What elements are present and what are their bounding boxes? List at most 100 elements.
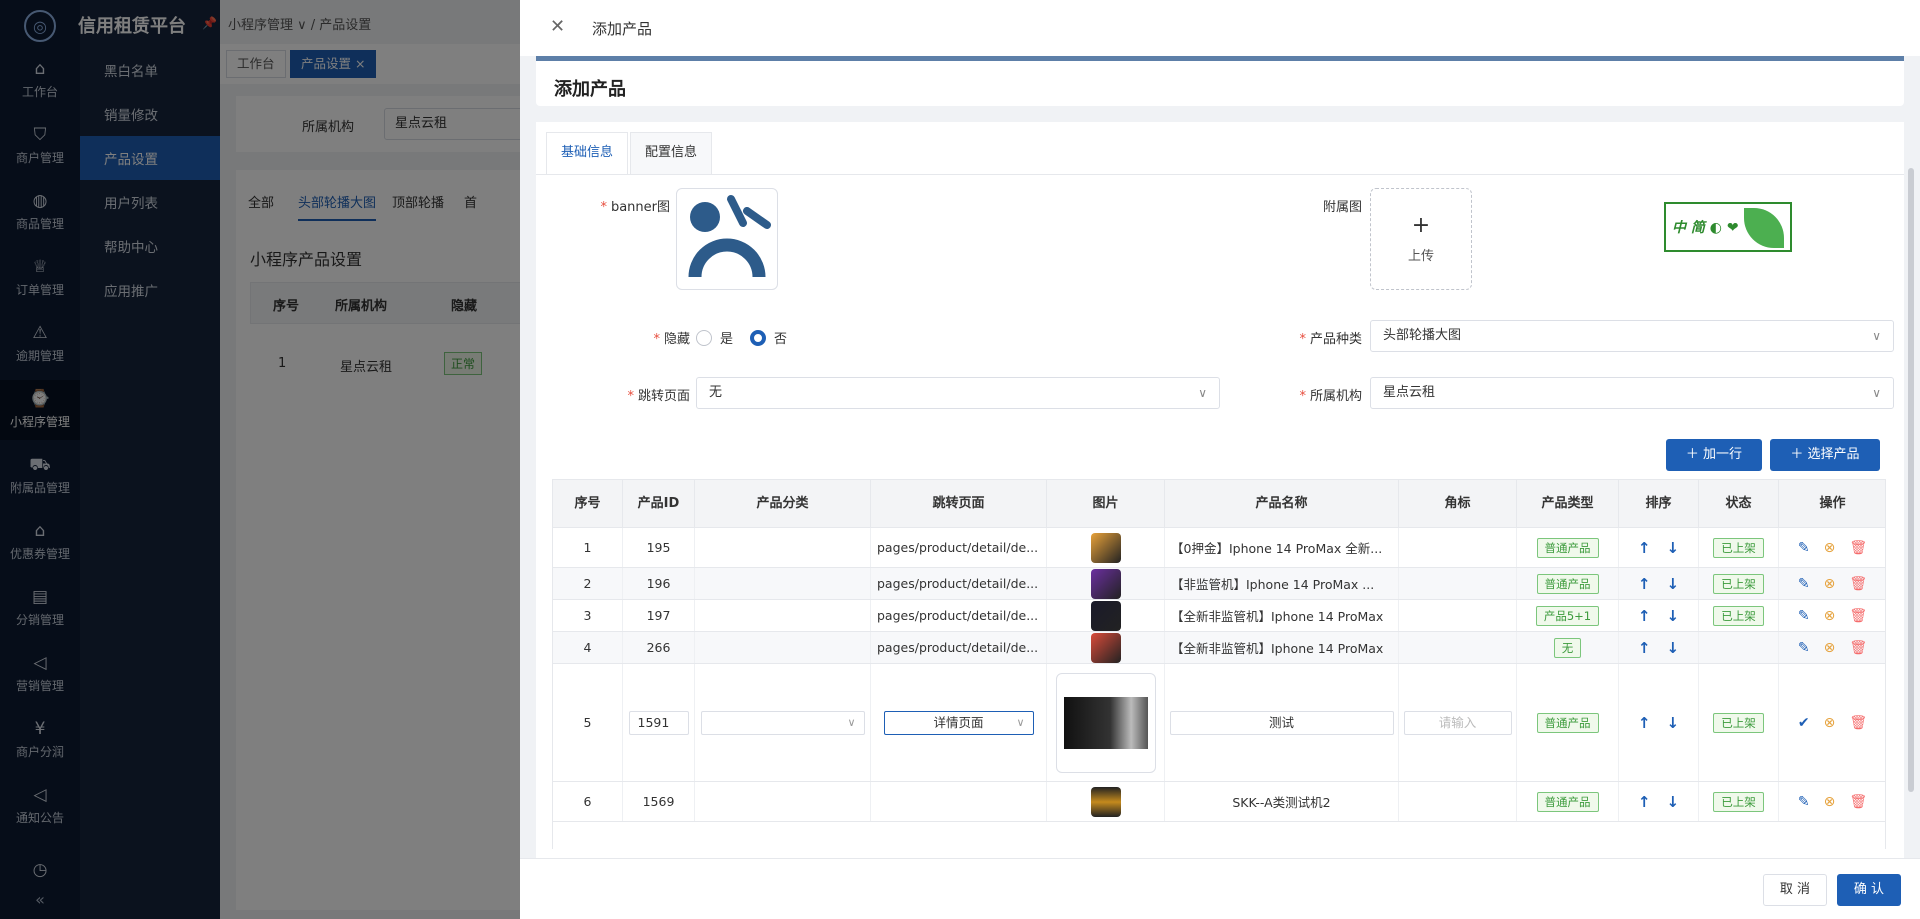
col-header-7: 产品类型 [1517,480,1619,528]
confirm-button[interactable]: 确 认 [1837,874,1901,906]
category-select[interactable]: ∨ [700,710,865,735]
cancel-icon[interactable]: ⊗ [1824,640,1836,656]
product-id-input[interactable]: 1591 [628,710,689,735]
app-root: ◎ ⌂工作台⛉商户管理◍商品管理♕订单管理⚠逾期管理⌚小程序管理⛟附属品管理⌂优… [0,0,1920,919]
delete-icon[interactable]: 🗑 [1849,715,1867,731]
chevron-down-icon: ∨ [1016,715,1025,729]
edit-icon[interactable]: ✎ [1798,576,1810,592]
delete-icon[interactable]: 🗑 [1849,794,1867,810]
drawer-footer: 取 消 确 认 [520,858,1920,919]
table-cell: 196 [623,568,695,599]
arrow-up-icon[interactable]: ↑ [1638,539,1651,557]
select-product-button[interactable]: ＋ 选择产品 [1770,439,1880,471]
table-cell: 已上架 [1699,528,1779,567]
row-jump-page: pages/product/detail/de... [877,640,1039,655]
table-row: 3 197 pages/product/detail/de... 【全新非监管机】Ip… [553,600,1885,632]
arrow-up-icon[interactable]: ↑ [1638,714,1651,732]
edit-icon[interactable]: ✎ [1798,608,1810,624]
arrow-down-icon[interactable]: ↓ [1667,793,1680,811]
table-cell: 普通产品 [1517,528,1619,567]
upload-text: 上传 [1407,248,1434,264]
chevron-down-icon: ∨ [1872,329,1881,343]
product-name-input[interactable]: 测试 [1169,710,1394,735]
org-select[interactable]: 星点云租 ∨ [1370,377,1894,409]
edit-icon[interactable]: ✎ [1798,640,1810,656]
cancel-icon[interactable]: ⊗ [1824,715,1836,731]
table-cell: ↑ ↓ [1619,600,1699,631]
jump-page-select[interactable]: 详情页面 ∨ [883,710,1034,735]
jump-page-select[interactable]: 无 ∨ [696,377,1220,409]
edit-icon[interactable]: ✎ [1798,540,1810,556]
col-header-9: 状态 [1699,480,1779,528]
table-cell: 2 [553,568,623,599]
table-cell [695,600,871,631]
chevron-down-icon: ∨ [1872,386,1881,400]
kind-label: * 产品种类 [1299,332,1362,347]
tab-basic-info[interactable]: 基础信息 [546,132,629,174]
drawer-scrollbar[interactable] [1908,168,1914,792]
arrow-up-icon[interactable]: ↑ [1638,639,1651,657]
edit-icon[interactable]: ✎ [1798,794,1810,810]
drawer-header: ✕ 添加产品 [520,0,1920,56]
table-cell: 1569 [623,782,695,821]
cancel-icon[interactable]: ⊗ [1824,576,1836,592]
delete-icon[interactable]: 🗑 [1849,540,1867,556]
product-table: 序号 产品ID 产品分类 跳转页面 图片 产品名称 角标 产品类型 排序 状态 操作 1 195 pag… [552,479,1886,849]
close-icon[interactable]: ✕ [550,16,565,37]
product-thumbnail [1090,632,1121,663]
table-cell: 【0押金】Iphone 14 ProMax 全新... [1165,528,1399,567]
row-jump-page: pages/product/detail/de... [877,540,1039,555]
col-header-6: 角标 [1399,480,1517,528]
arrow-up-icon[interactable]: ↑ [1638,575,1651,593]
table-cell: 普通产品 [1517,782,1619,821]
row-product-name: SKK--A类测试机2 [1232,795,1331,810]
row-no: 4 [583,640,592,655]
table-row-editing: 5 1591 ∨ 详情页面 ∨ 测试 请输入 普通产品 ↑ ↓ 已上架 ✔ ⊗ 🗑 [553,664,1885,782]
attach-upload[interactable]: + 上传 [1370,188,1472,290]
delete-icon[interactable]: 🗑 [1849,576,1867,592]
table-cell: ↑ ↓ [1619,782,1699,821]
table-cell: 已上架 [1699,664,1779,781]
delete-icon[interactable]: 🗑 [1849,640,1867,656]
product-thumbnail [1090,600,1121,631]
table-cell: ✎ ⊗ 🗑 [1779,632,1885,663]
cancel-icon[interactable]: ⊗ [1824,540,1836,556]
drawer-title: 添加产品 [592,20,653,38]
row-status-badge: 已上架 [1713,791,1764,812]
arrow-down-icon[interactable]: ↓ [1667,714,1680,732]
banner-image[interactable] [676,188,778,290]
arrow-down-icon[interactable]: ↓ [1667,639,1680,657]
delete-icon[interactable]: 🗑 [1849,608,1867,624]
table-cell: 3 [553,600,623,631]
product-image-preview[interactable] [1055,672,1156,773]
cancel-icon[interactable]: ⊗ [1824,608,1836,624]
hide-radio-yes[interactable]: 是 [696,328,733,347]
kind-select[interactable]: 头部轮播大图 ∨ [1370,320,1894,352]
table-cell [1399,632,1517,663]
tab-config-info[interactable]: 配置信息 [630,132,713,174]
confirm-row-icon[interactable]: ✔ [1798,715,1810,731]
arrow-down-icon[interactable]: ↓ [1667,575,1680,593]
table-cell: 197 [623,600,695,631]
table-cell: 已上架 [1699,782,1779,821]
col-header-0: 序号 [553,480,623,528]
hide-radio-no[interactable]: 否 [750,328,787,347]
tab-divider [536,174,1904,175]
table-cell: 【全新非监管机】Iphone 14 ProMax [1165,632,1399,663]
table-cell [1047,782,1165,821]
corner-input[interactable]: 请输入 [1403,710,1512,735]
cancel-icon[interactable]: ⊗ [1824,794,1836,810]
arrow-down-icon[interactable]: ↓ [1667,539,1680,557]
table-cell: pages/product/detail/de... [871,632,1047,663]
arrow-up-icon[interactable]: ↑ [1638,793,1651,811]
row-status-badge: 已上架 [1713,573,1764,594]
arrow-up-icon[interactable]: ↑ [1638,607,1651,625]
cancel-button[interactable]: 取 消 [1763,874,1827,906]
table-cell: 无 [1517,632,1619,663]
add-row-button[interactable]: ＋ 加一行 [1666,439,1762,471]
row-id: 197 [646,608,671,623]
table-cell [1047,632,1165,663]
arrow-down-icon[interactable]: ↓ [1667,607,1680,625]
table-row: 4 266 pages/product/detail/de... 【全新非监管机】Ip… [553,632,1885,664]
row-type-badge: 普通产品 [1536,537,1599,558]
